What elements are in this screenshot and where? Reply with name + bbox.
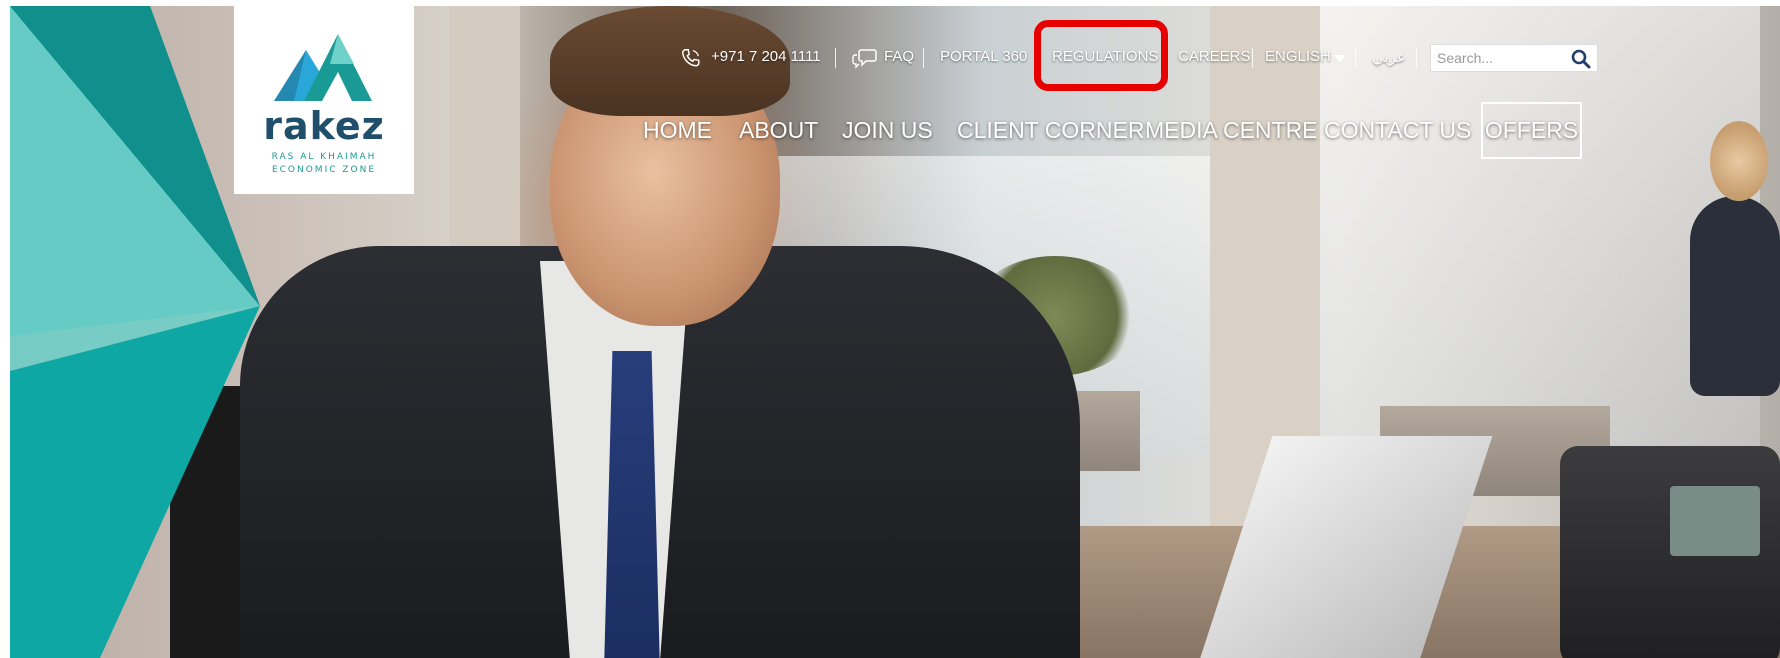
portal-360-link[interactable]: PORTAL 360 <box>940 48 1027 65</box>
divider <box>1355 48 1356 68</box>
arabic-language-link[interactable]: عربي <box>1372 48 1406 66</box>
nav-media-centre[interactable]: MEDIA CENTRE <box>1145 117 1318 144</box>
phone-link[interactable]: +971 7 204 1111 <box>711 48 821 65</box>
teal-triangle-decor <box>10 6 260 658</box>
careers-link[interactable]: CAREERS <box>1178 48 1251 65</box>
offers-label: OFFERS <box>1484 117 1579 143</box>
search-icon[interactable] <box>1571 49 1591 69</box>
background-person-head <box>1710 121 1768 201</box>
necktie <box>604 351 660 658</box>
logo-subtitle-line1: RAS AL KHAIMAH <box>271 152 377 162</box>
logo-wordmark: rakez <box>263 104 385 148</box>
divider <box>923 48 924 68</box>
caret-down-icon[interactable] <box>1334 55 1346 63</box>
divider <box>1252 48 1253 68</box>
chat-bubble-icon <box>852 49 877 69</box>
rakez-logo[interactable]: rakez RAS AL KHAIMAH ECONOMIC ZONE <box>234 6 414 194</box>
language-selector[interactable]: ENGLISH <box>1265 48 1331 65</box>
phone-icon <box>682 49 700 67</box>
search-box[interactable] <box>1430 44 1598 72</box>
logo-subtitle-line2: ECONOMIC ZONE <box>271 165 377 175</box>
nav-about[interactable]: ABOUT <box>739 117 818 144</box>
logo-mark-icon <box>274 34 372 101</box>
nav-contact-us[interactable]: CONTACT US <box>1324 117 1471 144</box>
faq-link[interactable]: FAQ <box>884 48 914 65</box>
search-input[interactable] <box>1431 45 1579 71</box>
nav-join-us[interactable]: JOIN US <box>842 117 933 144</box>
divider <box>835 48 836 68</box>
desk-phone-screen <box>1670 486 1760 556</box>
nav-client-corner[interactable]: CLIENT CORNER <box>957 117 1144 144</box>
highlight-box <box>1034 20 1168 91</box>
background-person <box>1690 196 1780 396</box>
nav-home[interactable]: HOME <box>643 117 712 144</box>
divider <box>1416 48 1417 68</box>
offers-button[interactable]: OFFERS <box>1481 102 1582 159</box>
